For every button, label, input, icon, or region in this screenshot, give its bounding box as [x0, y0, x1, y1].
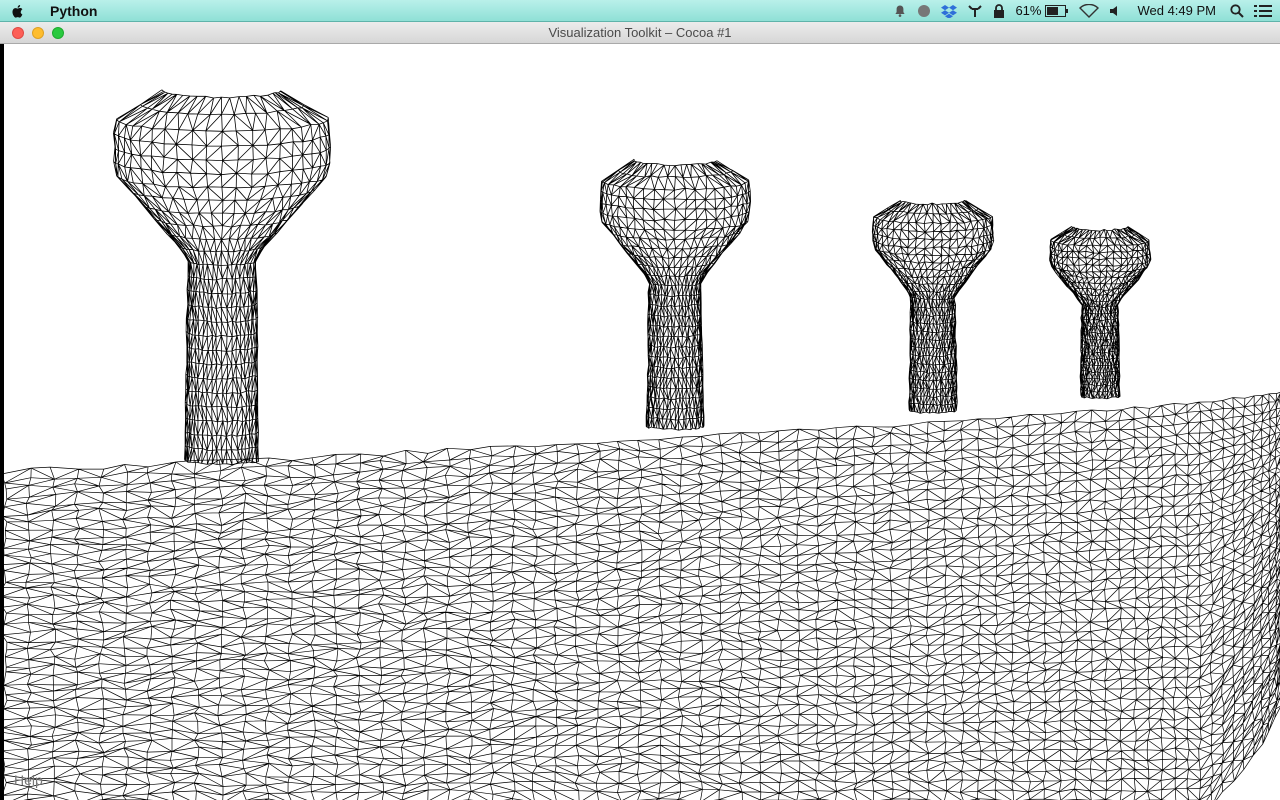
tower-4-mesh: [1049, 226, 1152, 400]
window-titlebar[interactable]: Visualization Toolkit – Cocoa #1: [0, 22, 1280, 44]
menu-bar: Python 61% Wed 4:49 PM: [0, 0, 1280, 22]
battery-percent[interactable]: 61%: [1015, 0, 1041, 22]
tower-2-mesh: [599, 158, 751, 431]
tower-1-mesh: [113, 89, 331, 466]
tower-3-mesh: [871, 199, 995, 414]
wireframe-mesh: [1, 89, 1280, 800]
render-viewport[interactable]: Help: [0, 44, 1280, 800]
list-icon[interactable]: [1254, 0, 1272, 22]
pipe-mesh: [1, 392, 1280, 800]
notification-bell-icon[interactable]: [893, 0, 907, 22]
network-icon[interactable]: [967, 0, 983, 22]
help-label[interactable]: Help: [14, 772, 43, 788]
menubar-clock[interactable]: Wed 4:49 PM: [1137, 0, 1216, 22]
lock-icon[interactable]: [993, 0, 1005, 22]
search-icon[interactable]: [1230, 0, 1244, 22]
dropbox-icon[interactable]: [941, 0, 958, 22]
volume-icon[interactable]: [1109, 0, 1121, 22]
app-name-menu[interactable]: Python: [50, 3, 97, 19]
wifi-icon[interactable]: [1079, 0, 1100, 22]
window-title: Visualization Toolkit – Cocoa #1: [548, 25, 732, 40]
apple-icon[interactable]: [0, 0, 36, 22]
battery-icon[interactable]: [1045, 0, 1069, 22]
circle-icon[interactable]: [917, 0, 931, 22]
status-items: 61% Wed 4:49 PM: [883, 0, 1280, 22]
